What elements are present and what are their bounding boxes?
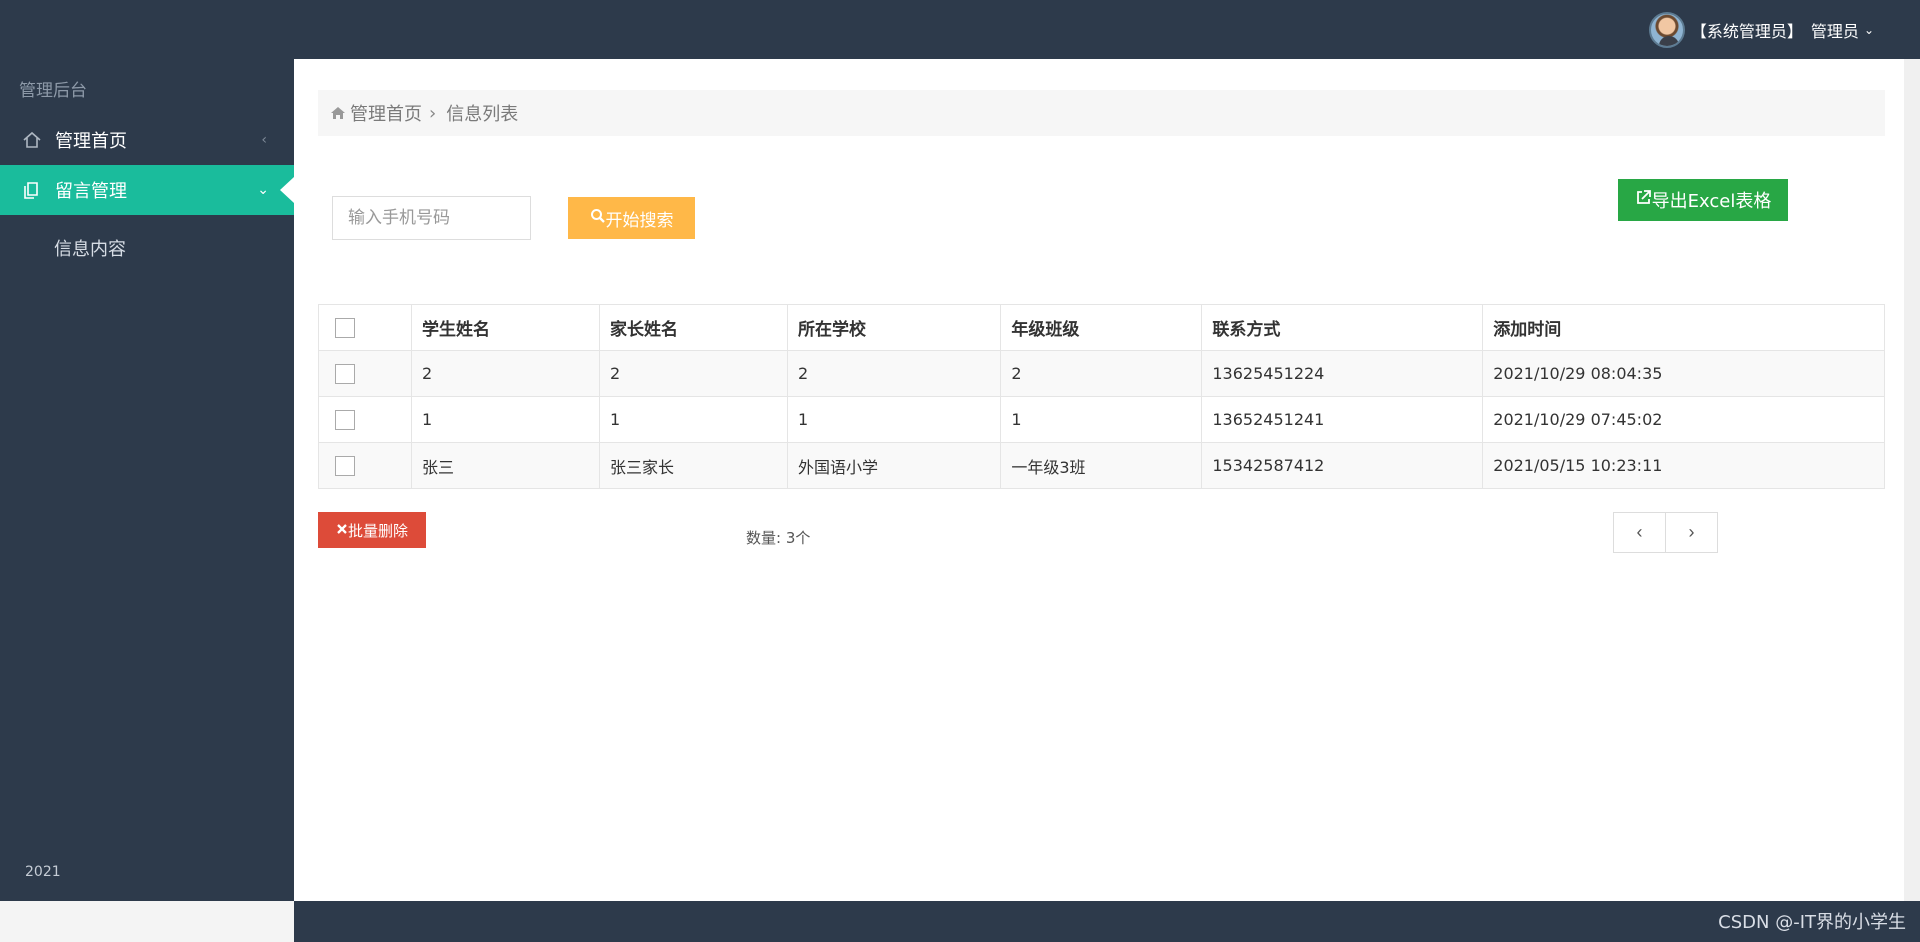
student-name-cell: 1 (411, 396, 600, 443)
home-icon (21, 129, 43, 151)
chevron-down-icon: ⌄ (1863, 23, 1874, 37)
avatar (1648, 12, 1685, 48)
external-link-icon (1635, 189, 1652, 211)
column-header: 联系方式 (1201, 304, 1484, 351)
table-row: 2 2 2 2 13625451224 2021/10/29 08:04:35 (318, 350, 1885, 397)
select-all-checkbox[interactable] (335, 317, 355, 338)
csdn-watermark: CSDN @-IT界的小学生 (1718, 912, 1906, 933)
breadcrumb: 管理首页 › 信息列表 (318, 90, 1885, 136)
user-name: 管理员 (1810, 22, 1859, 41)
next-page-button[interactable]: › (1665, 512, 1718, 553)
parent-name-cell: 张三家长 (598, 442, 788, 489)
contact-cell: 15342587412 (1201, 442, 1484, 489)
sidebar-footer-year: 2021 (25, 864, 61, 880)
information-table: 学生姓名 家长姓名 所在学校 年级班级 联系方式 添加时间 2 2 2 2 13… (318, 304, 1885, 489)
breadcrumb-home[interactable]: 管理首页 (350, 100, 422, 126)
sidebar-subitem-info-content[interactable]: 信息内容 (54, 235, 126, 261)
student-name-cell: 2 (411, 350, 600, 397)
batch-delete-label: 批量删除 (347, 521, 408, 540)
column-header: 所在学校 (786, 304, 1002, 351)
school-cell: 2 (786, 350, 1002, 397)
table-header-row: 学生姓名 家长姓名 所在学校 年级班级 联系方式 添加时间 (318, 304, 1885, 351)
column-header: 添加时间 (1482, 304, 1885, 351)
breadcrumb-separator-icon: › (429, 102, 437, 124)
chevron-down-icon: ⌄ (257, 182, 269, 198)
column-header: 学生姓名 (411, 304, 600, 351)
grade-class-cell: 一年级3班 (1000, 442, 1203, 489)
table-row: 张三 张三家长 外国语小学 一年级3班 15342587412 2021/05/… (318, 442, 1885, 489)
row-checkbox[interactable] (335, 363, 355, 384)
table-row: 1 1 1 1 13652451241 2021/10/29 07:45:02 (318, 396, 1885, 443)
export-button-label: 导出Excel表格 (1651, 191, 1772, 212)
document-icon (21, 179, 43, 201)
close-icon (336, 521, 348, 539)
row-select-cell (318, 442, 412, 489)
chevron-left-icon: ‹ (261, 132, 267, 148)
school-cell: 1 (786, 396, 1002, 443)
row-select-cell (318, 396, 412, 443)
sidebar-item-label: 管理首页 (55, 131, 127, 152)
main-content: 管理首页 › 信息列表 开始搜索 导出Excel表格 学生姓名 家长姓名 所在学… (294, 59, 1904, 901)
top-navbar: 【系统管理员】 管理员 ⌄ (0, 0, 1920, 59)
contact-cell: 13625451224 (1201, 350, 1484, 397)
search-icon (590, 208, 606, 229)
row-select-cell (318, 350, 412, 397)
added-time-cell: 2021/10/29 08:04:35 (1482, 350, 1885, 397)
row-checkbox[interactable] (335, 455, 355, 476)
select-all-cell (318, 304, 412, 351)
vertical-scrollbar[interactable] (1904, 59, 1920, 901)
home-icon (330, 105, 346, 121)
added-time-cell: 2021/05/15 10:23:11 (1482, 442, 1885, 489)
previous-page-button[interactable]: ‹ (1613, 512, 1666, 553)
user-role: 【系统管理员】 (1690, 22, 1803, 41)
sidebar-item-message-management[interactable]: 留言管理 ⌄ (0, 165, 294, 215)
sidebar-item-label: 留言管理 (55, 181, 127, 202)
added-time-cell: 2021/10/29 07:45:02 (1482, 396, 1885, 443)
grade-class-cell: 2 (1000, 350, 1203, 397)
grade-class-cell: 1 (1000, 396, 1203, 443)
export-excel-button[interactable]: 导出Excel表格 (1618, 179, 1788, 221)
column-header: 年级班级 (1000, 304, 1203, 351)
batch-delete-button[interactable]: 批量删除 (318, 512, 426, 548)
parent-name-cell: 2 (598, 350, 788, 397)
breadcrumb-current: 信息列表 (446, 104, 519, 125)
row-checkbox[interactable] (335, 409, 355, 430)
start-search-button[interactable]: 开始搜索 (568, 197, 695, 239)
search-button-label: 开始搜索 (605, 210, 674, 231)
school-cell: 外国语小学 (786, 442, 1002, 489)
sidebar-item-home[interactable]: 管理首页 ‹ (0, 115, 294, 165)
student-name-cell: 张三 (411, 442, 600, 489)
phone-search-input[interactable] (332, 196, 531, 240)
sidebar: 管理后台 管理首页 ‹ 留言管理 ⌄ 信息内容 2021 (0, 59, 294, 901)
parent-name-cell: 1 (598, 396, 788, 443)
footer-bar: CSDN @-IT界的小学生 (294, 901, 1920, 942)
pagination: ‹ › (1613, 512, 1718, 553)
user-menu[interactable]: 【系统管理员】 管理员 ⌄ (1648, 12, 1874, 48)
record-count: 数量: 3个 (746, 529, 811, 547)
contact-cell: 13652451241 (1201, 396, 1484, 443)
column-header: 家长姓名 (598, 304, 788, 351)
sidebar-title: 管理后台 (19, 81, 87, 101)
